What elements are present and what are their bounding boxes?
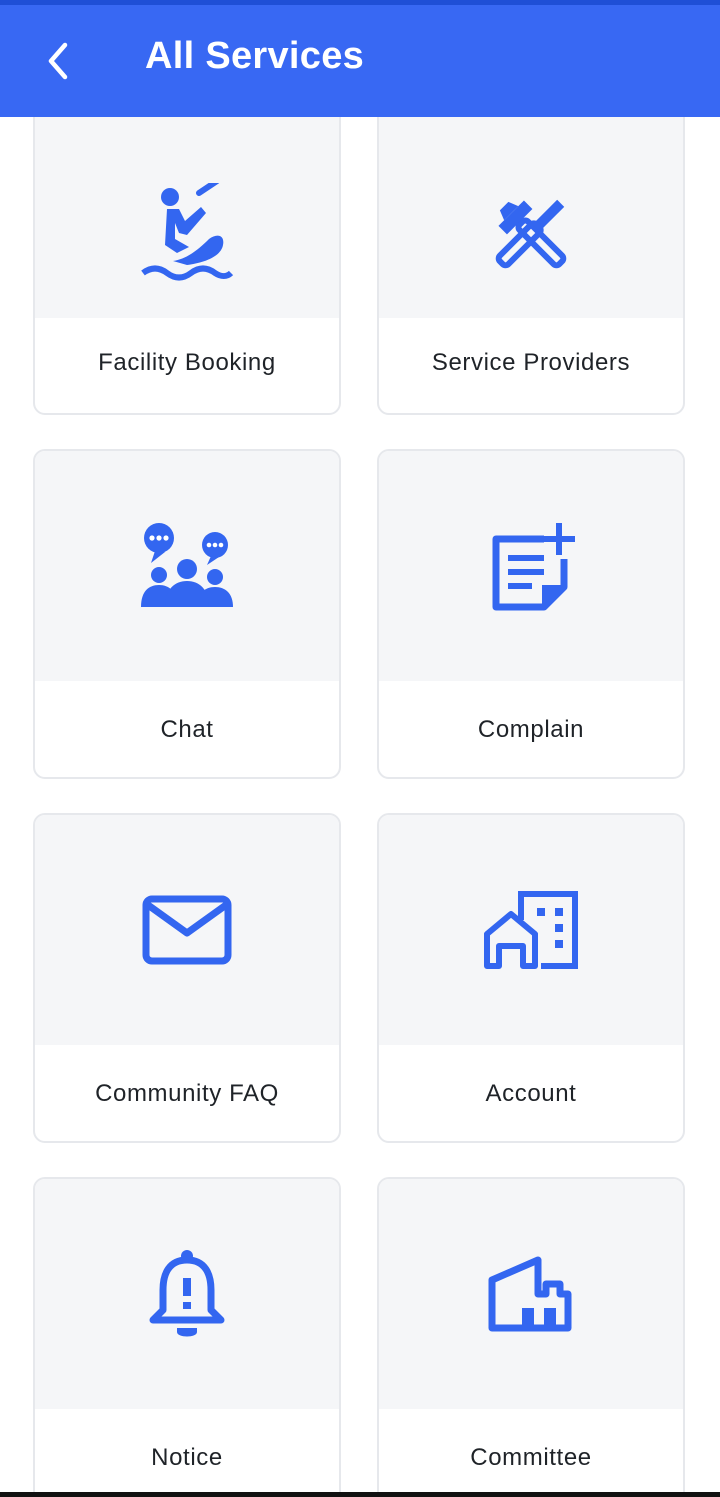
service-label: Account: [485, 1080, 577, 1107]
service-label: Facility Booking: [98, 349, 276, 376]
service-card-committee[interactable]: Committee: [377, 1177, 685, 1492]
service-label: Chat: [160, 716, 214, 743]
factory-building-icon: [488, 1256, 572, 1332]
service-card-account[interactable]: Account: [377, 813, 685, 1143]
service-card-complain[interactable]: Complain: [377, 449, 685, 779]
home-building-icon: [484, 891, 578, 969]
service-label: Service Providers: [431, 349, 631, 376]
navigation-bar: [0, 1492, 720, 1497]
back-button[interactable]: [30, 31, 86, 91]
card-icon-area: [379, 1179, 683, 1409]
service-card-service-providers[interactable]: Service Providers: [377, 117, 685, 415]
mail-icon: [142, 895, 232, 965]
tools-icon: [495, 199, 567, 268]
card-icon-area: [35, 451, 339, 681]
service-label: Community FAQ: [95, 1080, 279, 1107]
service-card-community-faq[interactable]: Community FAQ: [33, 813, 341, 1143]
service-card-chat[interactable]: Chat: [33, 449, 341, 779]
app-bar: All Services: [0, 5, 720, 117]
group-chat-icon: [141, 523, 233, 607]
chevron-left-icon: [48, 42, 68, 80]
alert-bell-icon: [149, 1250, 225, 1337]
service-card-notice[interactable]: Notice: [33, 1177, 341, 1492]
card-icon-area: [379, 815, 683, 1045]
card-icon-area: [35, 117, 339, 318]
card-icon-area: [35, 1179, 339, 1409]
service-label: Notice: [151, 1444, 223, 1471]
service-label: Committee: [470, 1444, 592, 1471]
service-card-facility-booking[interactable]: Facility Booking: [33, 117, 341, 415]
service-label: Complain: [477, 716, 585, 743]
card-icon-area: [379, 451, 683, 681]
services-grid: Facility Booking Service Providers Chat …: [0, 117, 720, 1492]
page-title: All Services: [145, 35, 365, 77]
note-add-icon: [492, 523, 575, 611]
card-icon-area: [379, 117, 683, 318]
jet-ski-icon: [141, 182, 234, 280]
card-icon-area: [35, 815, 339, 1045]
